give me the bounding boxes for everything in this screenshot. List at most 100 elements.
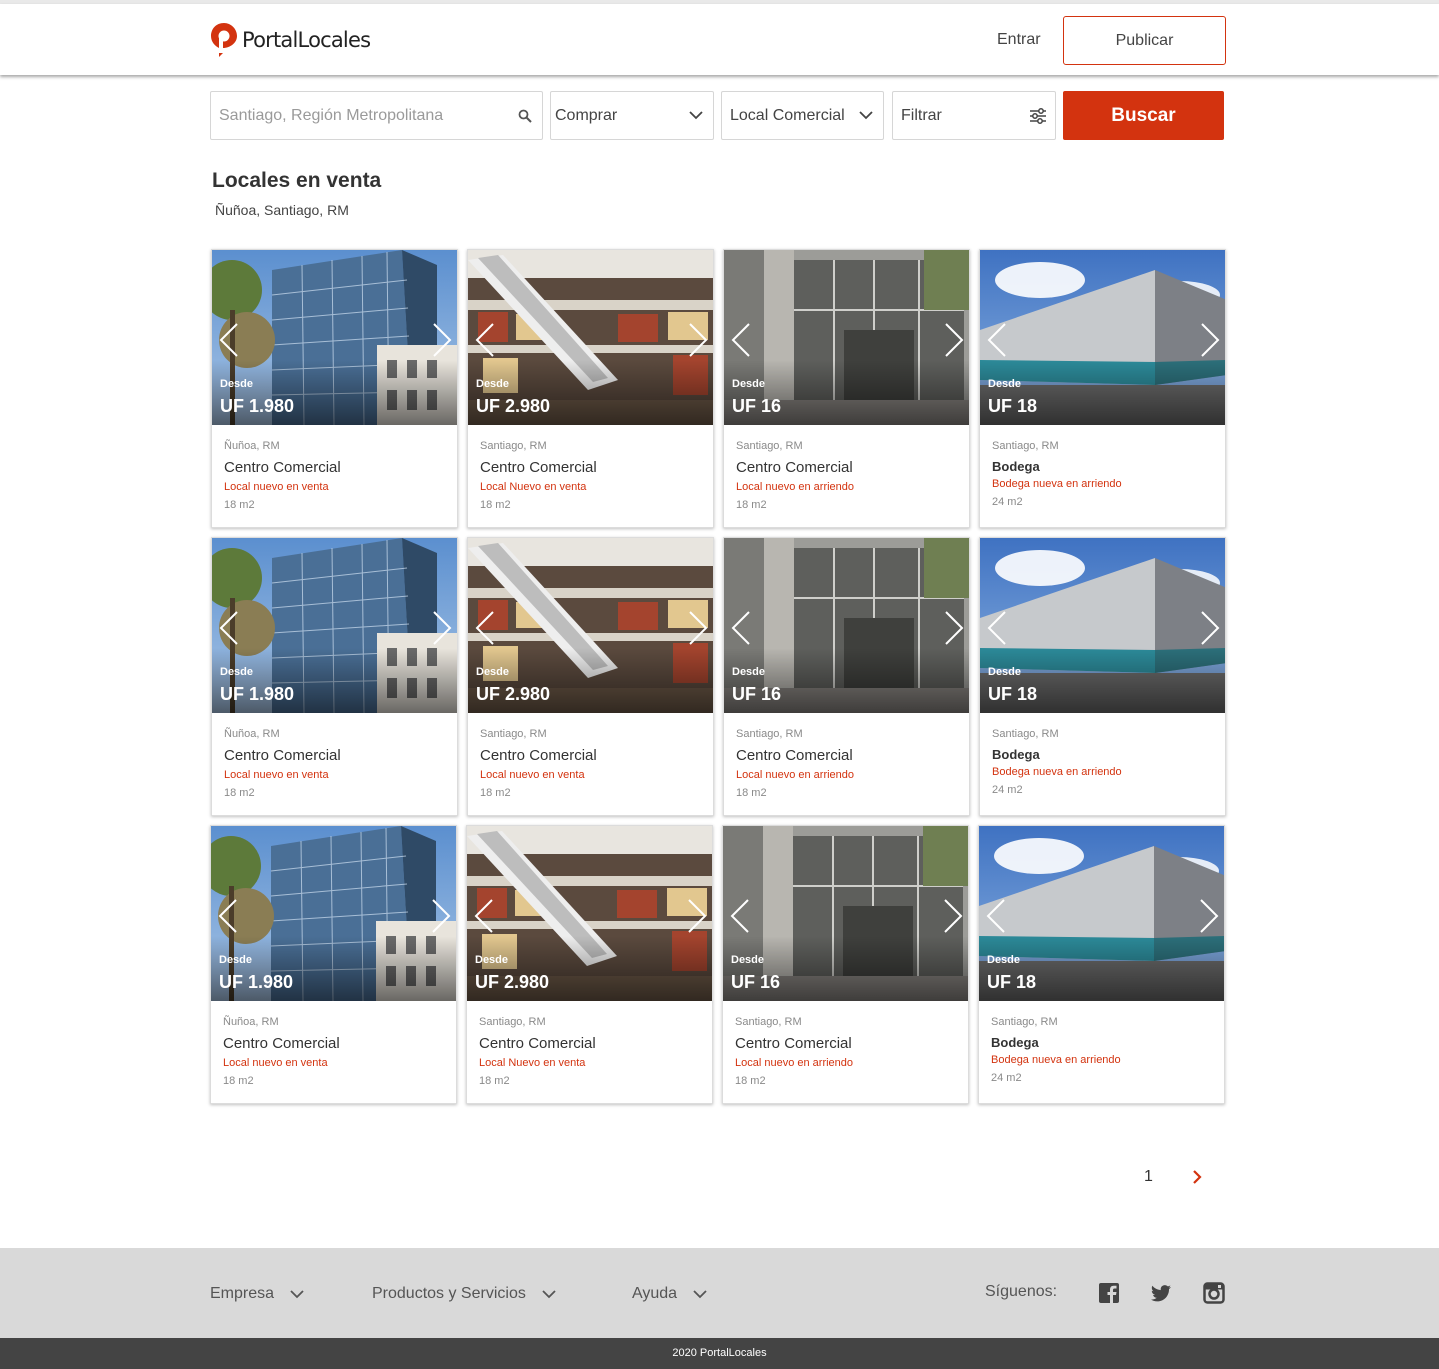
listing-location: Santiago, RM: [991, 1016, 1058, 1028]
carousel-prev-icon[interactable]: [474, 322, 496, 358]
listing-card[interactable]: Desde UF 18 Santiago, RM Bodega Bodega nueva…: [978, 825, 1225, 1104]
chevron-right-icon[interactable]: [1190, 1168, 1204, 1186]
listing-description: Local nuevo en venta: [223, 1057, 328, 1069]
listing-title[interactable]: Centro Comercial: [736, 459, 961, 480]
listing-photo[interactable]: Desde UF 18: [980, 538, 1225, 713]
carousel-prev-icon[interactable]: [217, 898, 239, 934]
property-type-select[interactable]: Local Comercial: [721, 91, 884, 140]
listing-title[interactable]: Centro Comercial: [735, 1035, 960, 1056]
pagination-current-page[interactable]: 1: [1144, 1168, 1153, 1186]
footer-nav-label: Ayuda: [632, 1285, 678, 1302]
carousel-prev-icon[interactable]: [985, 898, 1007, 934]
carousel-next-icon[interactable]: [1198, 898, 1220, 934]
listing-title[interactable]: Centro Comercial: [224, 747, 449, 768]
footer-nav-ayuda[interactable]: Ayuda: [632, 1285, 707, 1303]
listing-photo[interactable]: Desde UF 18: [979, 826, 1224, 1001]
listing-location: Santiago, RM: [736, 728, 803, 740]
filter-button[interactable]: Filtrar: [892, 91, 1056, 140]
carousel-next-icon[interactable]: [687, 322, 709, 358]
listing-size: 18 m2: [479, 1075, 510, 1087]
listing-description: Bodega nueva en arriendo: [992, 478, 1122, 490]
carousel-next-icon[interactable]: [430, 898, 452, 934]
listing-size: 18 m2: [736, 499, 767, 511]
footer-nav-label: Empresa: [210, 1285, 275, 1302]
carousel-next-icon[interactable]: [431, 610, 453, 646]
carousel-next-icon[interactable]: [431, 322, 453, 358]
listing-photo[interactable]: Desde UF 18: [980, 250, 1225, 425]
listing-photo[interactable]: Desde UF 2.980: [467, 826, 712, 1001]
listing-size: 18 m2: [736, 787, 767, 799]
listing-card[interactable]: Desde UF 1.980 Ñuñoa, RM Centro Comercial Lo…: [211, 537, 458, 816]
logo[interactable]: PortalLocales: [210, 22, 371, 58]
footer-nav-empresa[interactable]: Empresa: [210, 1285, 304, 1303]
listing-info: Santiago, RM Centro Comercial Local nuevo …: [735, 1016, 960, 1087]
carousel-next-icon[interactable]: [1199, 322, 1221, 358]
listing-card[interactable]: Desde UF 18 Santiago, RM Bodega Bodega nueva…: [979, 537, 1226, 816]
listing-description: Local nuevo en venta: [480, 769, 585, 781]
listing-title[interactable]: Centro Comercial: [736, 747, 961, 768]
listing-title[interactable]: Centro Comercial: [223, 1035, 448, 1056]
search-button[interactable]: Buscar: [1063, 91, 1224, 140]
listing-photo[interactable]: Desde UF 16: [724, 250, 969, 425]
listing-card[interactable]: Desde UF 16 Santiago, RM Centro Comercial Lo…: [722, 825, 969, 1104]
listing-title[interactable]: Bodega: [991, 1035, 1216, 1053]
listing-location: Santiago, RM: [480, 440, 547, 452]
listing-location: Santiago, RM: [479, 1016, 546, 1028]
chevron-down-icon: [689, 111, 703, 120]
listing-card[interactable]: Desde UF 18 Santiago, RM Bodega Bodega nueva…: [979, 249, 1226, 528]
listing-photo[interactable]: Desde UF 2.980: [468, 250, 713, 425]
carousel-prev-icon[interactable]: [473, 898, 495, 934]
listing-card[interactable]: Desde UF 2.980 Santiago, RM Centro Comercia…: [467, 537, 714, 816]
carousel-next-icon[interactable]: [687, 610, 709, 646]
price: UF 18: [988, 396, 1038, 416]
listing-title[interactable]: Centro Comercial: [479, 1035, 704, 1056]
carousel-prev-icon[interactable]: [474, 610, 496, 646]
listing-photo[interactable]: Desde UF 2.980: [468, 538, 713, 713]
publish-button[interactable]: Publicar: [1063, 16, 1226, 65]
carousel-next-icon[interactable]: [942, 898, 964, 934]
listing-card[interactable]: Desde UF 2.980 Santiago, RM Centro Comercia…: [466, 825, 713, 1104]
carousel-next-icon[interactable]: [686, 898, 708, 934]
listing-card[interactable]: Desde UF 16 Santiago, RM Centro Comercial Lo…: [723, 249, 970, 528]
listing-card[interactable]: Desde UF 16 Santiago, RM Centro Comercial Lo…: [723, 537, 970, 816]
carousel-prev-icon[interactable]: [730, 322, 752, 358]
price-from-label: Desde: [731, 954, 765, 966]
carousel-prev-icon[interactable]: [730, 610, 752, 646]
search-icon[interactable]: [518, 109, 532, 123]
listing-title[interactable]: Bodega: [992, 459, 1217, 477]
login-link[interactable]: Entrar: [997, 31, 1041, 49]
footer-nav-productos[interactable]: Productos y Servicios: [372, 1285, 556, 1303]
listing-photo[interactable]: Desde UF 1.980: [212, 538, 457, 713]
price-from-label: Desde: [988, 666, 1022, 678]
listing-photo[interactable]: Desde UF 16: [724, 538, 969, 713]
listing-card[interactable]: Desde UF 1.980 Ñuñoa, RM Centro Comercial Lo…: [210, 825, 457, 1104]
listing-title[interactable]: Centro Comercial: [480, 459, 705, 480]
location-search-input[interactable]: Santiago, Región Metropolitana: [210, 91, 543, 140]
instagram-icon[interactable]: [1203, 1282, 1225, 1304]
listing-photo[interactable]: Desde UF 1.980: [211, 826, 456, 1001]
carousel-prev-icon[interactable]: [729, 898, 751, 934]
carousel-next-icon[interactable]: [943, 610, 965, 646]
facebook-icon[interactable]: [1098, 1282, 1120, 1304]
carousel-prev-icon[interactable]: [218, 610, 240, 646]
listing-location: Santiago, RM: [736, 440, 803, 452]
carousel-prev-icon[interactable]: [986, 322, 1008, 358]
carousel-prev-icon[interactable]: [986, 610, 1008, 646]
listing-photo[interactable]: Desde UF 1.980: [212, 250, 457, 425]
price: UF 2.980: [475, 972, 550, 992]
listing-photo[interactable]: Desde UF 16: [723, 826, 968, 1001]
operation-value: Comprar: [555, 106, 618, 124]
carousel-next-icon[interactable]: [943, 322, 965, 358]
twitter-icon[interactable]: [1150, 1282, 1172, 1304]
operation-select[interactable]: Comprar: [550, 91, 714, 140]
listing-description: Bodega nueva en arriendo: [991, 1054, 1121, 1066]
listing-title[interactable]: Centro Comercial: [480, 747, 705, 768]
carousel-next-icon[interactable]: [1199, 610, 1221, 646]
listing-title[interactable]: Centro Comercial: [224, 459, 449, 480]
listing-info: Santiago, RM Centro Comercial Local Nuevo …: [479, 1016, 704, 1087]
carousel-prev-icon[interactable]: [218, 322, 240, 358]
listing-card[interactable]: Desde UF 1.980 Ñuñoa, RM Centro Comercial Lo…: [211, 249, 458, 528]
listing-info: Santiago, RM Bodega Bodega nueva en arrien…: [992, 728, 1217, 796]
listing-title[interactable]: Bodega: [992, 747, 1217, 765]
listing-card[interactable]: Desde UF 2.980 Santiago, RM Centro Comercia…: [467, 249, 714, 528]
